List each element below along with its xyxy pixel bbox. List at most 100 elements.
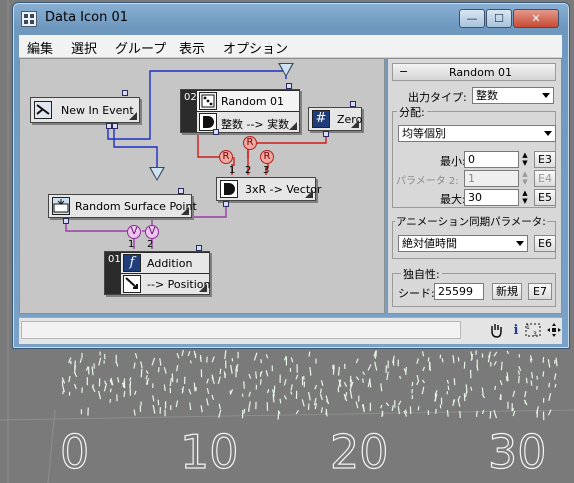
port-label-1: 1 [229, 165, 236, 176]
param2-label: パラメータ 2: [396, 176, 459, 187]
position-icon [123, 275, 141, 293]
event-icon [34, 101, 52, 119]
min-spinner-arrows[interactable]: ▲ ▼ [521, 151, 529, 168]
e4-button[interactable]: E4 [534, 170, 556, 187]
maximize-button[interactable]: ☐ [486, 9, 512, 28]
output-type-select[interactable]: 整数 [472, 87, 554, 104]
e3-button[interactable]: E3 [534, 151, 556, 168]
event-input-port[interactable] [122, 90, 128, 96]
surface-icon [52, 197, 70, 215]
port-label-2: 2 [245, 165, 252, 176]
e5-button[interactable]: E5 [534, 189, 556, 206]
surface-input-port[interactable] [178, 188, 184, 194]
minimize-button[interactable]: — [459, 9, 485, 28]
title-bar[interactable]: Data Icon 01 — ☐ ✕ [13, 3, 569, 33]
zero-output-port[interactable] [323, 131, 329, 137]
new-seed-button[interactable]: 新規 [492, 283, 522, 300]
node-random-surface-point[interactable]: Random Surface Point [48, 194, 197, 218]
node-label: Random 01 [221, 95, 285, 108]
svg-text:1: 1 [526, 324, 530, 331]
max-label: 最大: [440, 193, 466, 206]
node-label: Random Surface Point [75, 200, 197, 213]
e7-button[interactable]: E7 [528, 283, 552, 300]
node-zero[interactable]: # Zero [308, 107, 362, 131]
node-sub-label: 整数 --> 実数 [221, 118, 290, 131]
menu-edit[interactable]: 編集 [27, 38, 53, 57]
port-label-2: 2 [147, 239, 154, 250]
event-output-triangle[interactable] [278, 63, 294, 77]
vector-output-port[interactable] [223, 201, 229, 207]
uniqueness-label: 独自性: [401, 266, 442, 282]
data-icon-window: Data Icon 01 — ☐ ✕ 編集 選択 グループ 表示 オプション N… [12, 2, 570, 349]
node-canvas[interactable]: New In Event 02 Random 01 整数 --> 実数 # Ze… [19, 58, 385, 314]
node-label: Addition [147, 257, 193, 270]
distribution-value: 均等個別 [402, 127, 446, 140]
dice-icon [199, 92, 217, 110]
event-output-port-2[interactable] [112, 123, 118, 129]
anim-sync-value: 絶対値時間 [402, 237, 457, 250]
random-output-port[interactable] [213, 129, 219, 135]
menu-options[interactable]: オプション [223, 38, 288, 57]
output-type-label: 出力タイプ: [408, 91, 467, 104]
hash-icon: # [312, 110, 330, 128]
param2-spinner-arrows[interactable]: ▲ ▼ [521, 170, 529, 187]
node-number: 02 [184, 92, 197, 103]
svg-text:3: 3 [533, 331, 537, 338]
min-spinner[interactable]: 0 [464, 151, 519, 168]
rollout-title: Random 01 [449, 66, 513, 79]
v-operator-right[interactable]: V [145, 225, 159, 239]
function-icon: f [123, 254, 141, 272]
viewport-label-30: 30 [487, 424, 547, 479]
viewport-number-labels: 0 10 20 30 [0, 415, 574, 483]
distribution-label: 分配: [397, 104, 427, 120]
viewport-label-10: 10 [179, 424, 239, 479]
max-spinner[interactable]: 30 [464, 189, 519, 206]
e6-button[interactable]: E6 [534, 235, 556, 252]
distribution-select[interactable]: 均等個別 [398, 125, 556, 142]
port-label-1: 1 [128, 239, 135, 250]
min-label: 最小: [440, 155, 466, 168]
node-addition[interactable]: 01 f Addition --> Position [104, 251, 210, 295]
status-bar: i 13 [19, 317, 562, 344]
viewport-label-0: 0 [59, 424, 90, 479]
port-label-3: 3 [263, 165, 270, 176]
hand-icon[interactable] [487, 322, 505, 340]
r-operator-right[interactable]: R [260, 150, 274, 164]
app-icon [21, 11, 37, 27]
status-field [21, 321, 461, 339]
menu-bar: 編集 選択 グループ 表示 オプション [19, 35, 562, 58]
half-circle-icon [220, 180, 238, 198]
addition-input-port[interactable] [196, 245, 202, 251]
surface-output-port[interactable] [63, 218, 69, 224]
close-button[interactable]: ✕ [513, 9, 559, 28]
anim-sync-select[interactable]: 絶対値時間 [398, 235, 528, 252]
output-type-value: 整数 [476, 89, 498, 102]
seed-label: シード: [398, 287, 435, 300]
random-input-port[interactable] [286, 83, 292, 89]
collapse-icon[interactable]: − [399, 65, 408, 78]
menu-view[interactable]: 表示 [179, 38, 205, 57]
v-operator-left[interactable]: V [127, 225, 141, 239]
particle-cloud [61, 349, 558, 421]
node-random[interactable]: 02 Random 01 整数 --> 実数 [180, 89, 300, 133]
zero-input-port[interactable] [350, 101, 356, 107]
window-title: Data Icon 01 [45, 10, 129, 25]
event-output-triangle-2[interactable] [149, 167, 165, 181]
rollout-header[interactable]: − Random 01 [392, 63, 556, 81]
properties-panel: − Random 01 出力タイプ: 整数 分配: 均等個別 最小: 0 ▲ ▼ … [387, 58, 562, 314]
menu-select[interactable]: 選択 [71, 38, 97, 57]
node-number: 01 [108, 254, 121, 265]
menu-group[interactable]: グループ [115, 38, 166, 57]
scale-icon[interactable]: 13 [525, 322, 543, 340]
info-icon[interactable]: i [507, 322, 525, 340]
param2-spinner[interactable]: 1 [464, 170, 519, 187]
node-new-in-event[interactable]: New In Event [30, 97, 140, 123]
move-icon[interactable] [545, 322, 563, 340]
max-spinner-arrows[interactable]: ▲ ▼ [521, 189, 529, 206]
viewport-label-20: 20 [329, 424, 389, 479]
r-operator-left[interactable]: R [219, 150, 233, 164]
seed-input[interactable]: 25599 [434, 283, 484, 300]
node-3xr-vector[interactable]: 3xR -> Vector [216, 177, 321, 201]
r-operator-top[interactable]: R [243, 136, 257, 150]
anim-sync-label: アニメーション同期パラメータ: [395, 214, 547, 229]
